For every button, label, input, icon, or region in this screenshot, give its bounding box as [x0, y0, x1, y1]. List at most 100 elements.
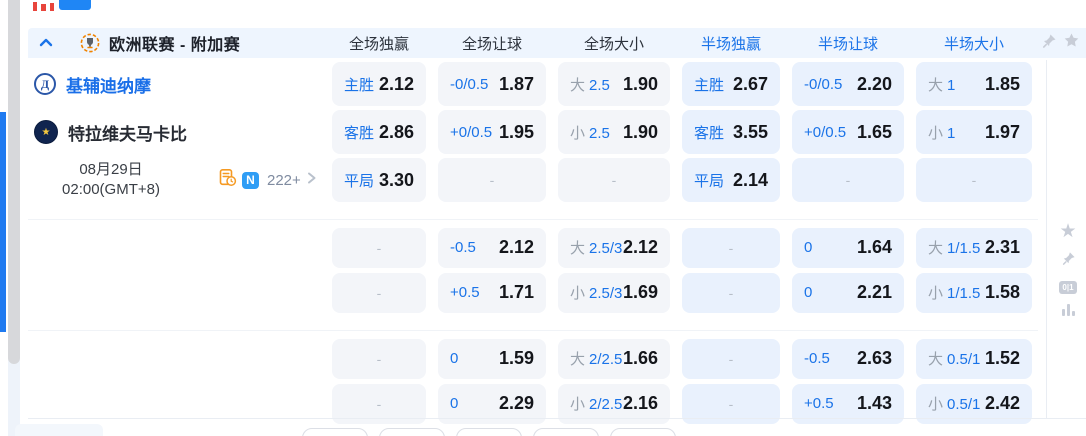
- odds-value: 1.65: [857, 122, 892, 143]
- pin-icon[interactable]: [1041, 33, 1057, 54]
- over-under-prefix: 大: [928, 74, 943, 95]
- odds-cell-empty: -: [916, 158, 1032, 202]
- odds-cell[interactable]: 大0.5/11.52: [916, 339, 1032, 379]
- extra-odds-row: -+0.51.71小2.5/31.69-02.21小1/1.51.58: [28, 270, 1038, 315]
- odds-value: 2.12: [623, 237, 658, 258]
- odds-cell-empty: -: [332, 339, 426, 379]
- score-badge-icon[interactable]: 0|1: [1059, 281, 1077, 294]
- odds-cell[interactable]: 小11.97: [916, 110, 1032, 154]
- odds-cell[interactable]: -0/0.51.87: [438, 62, 546, 106]
- home-team-row: Д 基辅迪纳摩 主胜2.12 -0/0.51.87 大2.51.90 主胜 2.67 -0…: [28, 60, 1038, 108]
- collapse-chevron-up-icon[interactable]: [38, 35, 54, 51]
- odds-selection-label: 1: [947, 77, 955, 94]
- odds-cell[interactable]: 平局2.14: [682, 158, 780, 202]
- odds-value: 1.58: [985, 282, 1020, 303]
- match-datetime: 08月29日 02:00(GMT+8): [42, 160, 180, 201]
- odds-cell[interactable]: 客胜2.86: [332, 110, 426, 154]
- odds-selection-label: 2.5: [589, 125, 610, 142]
- odds-cell[interactable]: +0.5 1.71: [438, 273, 546, 313]
- odds-selection-label: +0.5: [450, 284, 480, 301]
- table-rail-divider: [1046, 60, 1047, 418]
- odds-selection-label: -0.5: [450, 239, 476, 256]
- filter-pill[interactable]: [379, 428, 445, 436]
- filter-pill[interactable]: [533, 428, 599, 436]
- away-team-name[interactable]: 特拉维夫马卡比: [68, 120, 187, 145]
- odds-value: 2.67: [733, 74, 768, 95]
- favorite-star-icon[interactable]: [1063, 32, 1080, 54]
- odds-cell[interactable]: 小2.51.90: [558, 110, 670, 154]
- scrollbar-thumb[interactable]: [8, 0, 20, 364]
- odds-history-icon[interactable]: [218, 168, 237, 192]
- odds-cell-empty: -: [438, 158, 546, 202]
- odds-selection-label: 0: [804, 239, 812, 256]
- over-under-prefix: 大: [928, 348, 943, 369]
- odds-value: 3.55: [733, 122, 768, 143]
- odds-selection-label: 2/2.5: [589, 351, 622, 368]
- odds-selection-label: 0.5/1: [947, 396, 980, 413]
- odds-value: 1.66: [623, 348, 658, 369]
- odds-cell-empty: -: [792, 158, 904, 202]
- odds-cell[interactable]: 主胜 2.67: [682, 62, 780, 106]
- home-team-name[interactable]: 基辅迪纳摩: [66, 72, 151, 97]
- odds-cell[interactable]: 小1/1.51.58: [916, 273, 1032, 313]
- over-under-prefix: 小: [570, 282, 585, 303]
- chevron-right-icon[interactable]: [306, 171, 317, 189]
- match-time: 02:00(GMT+8): [42, 180, 180, 200]
- odds-selection-label: 平局: [344, 170, 374, 191]
- more-markets-count[interactable]: 222+: [267, 172, 301, 189]
- home-team-logo: Д: [34, 73, 56, 95]
- odds-cells-row: 客胜2.86 +0/0.51.95 小2.51.90 客胜3.55 +0/0.51.65…: [332, 110, 1032, 154]
- over-under-prefix: 大: [570, 348, 585, 369]
- column-header-fulltime-overunder: 全场大小: [558, 33, 670, 54]
- odds-value: 3.30: [379, 170, 414, 191]
- odds-cell[interactable]: 大1/1.52.31: [916, 228, 1032, 268]
- odds-value: 1.97: [985, 122, 1020, 143]
- odds-value: 1.87: [499, 74, 534, 95]
- odds-cell[interactable]: +0/0.51.65: [792, 110, 904, 154]
- odds-selection-label: 1/1.5: [947, 285, 980, 302]
- odds-value: 1.43: [857, 393, 892, 414]
- odds-value: 2.21: [857, 282, 892, 303]
- clipped-top-tab: [33, 0, 103, 11]
- odds-selection-label: 主胜: [694, 74, 724, 95]
- odds-selection-label: 0: [450, 395, 458, 412]
- odds-cell[interactable]: 01.64: [792, 228, 904, 268]
- odds-cell[interactable]: +0/0.51.95: [438, 110, 546, 154]
- odds-value: 2.20: [857, 74, 892, 95]
- odds-cell[interactable]: 大2.51.90: [558, 62, 670, 106]
- odds-value: 1.71: [499, 282, 534, 303]
- over-under-prefix: 小: [928, 393, 943, 414]
- odds-value: 2.42: [985, 393, 1020, 414]
- odds-cell[interactable]: -0.52.63: [792, 339, 904, 379]
- odds-selection-label: 0: [804, 284, 812, 301]
- odds-cell[interactable]: 客胜3.55: [682, 110, 780, 154]
- odds-value: 1.90: [623, 74, 658, 95]
- odds-cell[interactable]: 主胜2.12: [332, 62, 426, 106]
- filter-pill[interactable]: [302, 428, 368, 436]
- match-tools-rail: ★ 0|1: [1054, 222, 1082, 316]
- away-team-row: ★ 特拉维夫马卡比 客胜2.86+0/0.51.95小2.51.90客胜3.55…: [28, 108, 1038, 156]
- filter-pill[interactable]: [610, 428, 676, 436]
- odds-selection-label: 0: [450, 350, 458, 367]
- stats-bar-chart-icon[interactable]: [1062, 304, 1075, 316]
- odds-selection-label: 1: [947, 125, 955, 142]
- odds-cell[interactable]: 01.59: [438, 339, 546, 379]
- pin-icon[interactable]: [1061, 251, 1076, 271]
- odds-value: 2.12: [379, 74, 414, 95]
- odds-cell-empty: -: [682, 273, 780, 313]
- odds-cell[interactable]: 小2.5/31.69: [558, 273, 670, 313]
- row-group-separator: [28, 315, 1038, 331]
- section-bottom-divider: [28, 418, 1086, 419]
- europa-league-trophy-icon: [80, 33, 100, 53]
- favorite-star-icon[interactable]: ★: [1059, 222, 1076, 241]
- odds-cell[interactable]: 02.21: [792, 273, 904, 313]
- odds-cell[interactable]: 大2.5/32.12: [558, 228, 670, 268]
- odds-cell[interactable]: 大11.85: [916, 62, 1032, 106]
- odds-cell[interactable]: -0.52.12: [438, 228, 546, 268]
- odds-cell[interactable]: 大2/2.51.66: [558, 339, 670, 379]
- over-under-prefix: 小: [570, 122, 585, 143]
- odds-cell[interactable]: -0/0.52.20: [792, 62, 904, 106]
- betting-odds-screen: 欧洲联赛 - 附加赛 全场独赢 全场让球 全场大小 半场独赢 半场让球 半场大小…: [0, 0, 1086, 436]
- filter-pill[interactable]: [456, 428, 522, 436]
- odds-cell[interactable]: 平局3.30: [332, 158, 426, 202]
